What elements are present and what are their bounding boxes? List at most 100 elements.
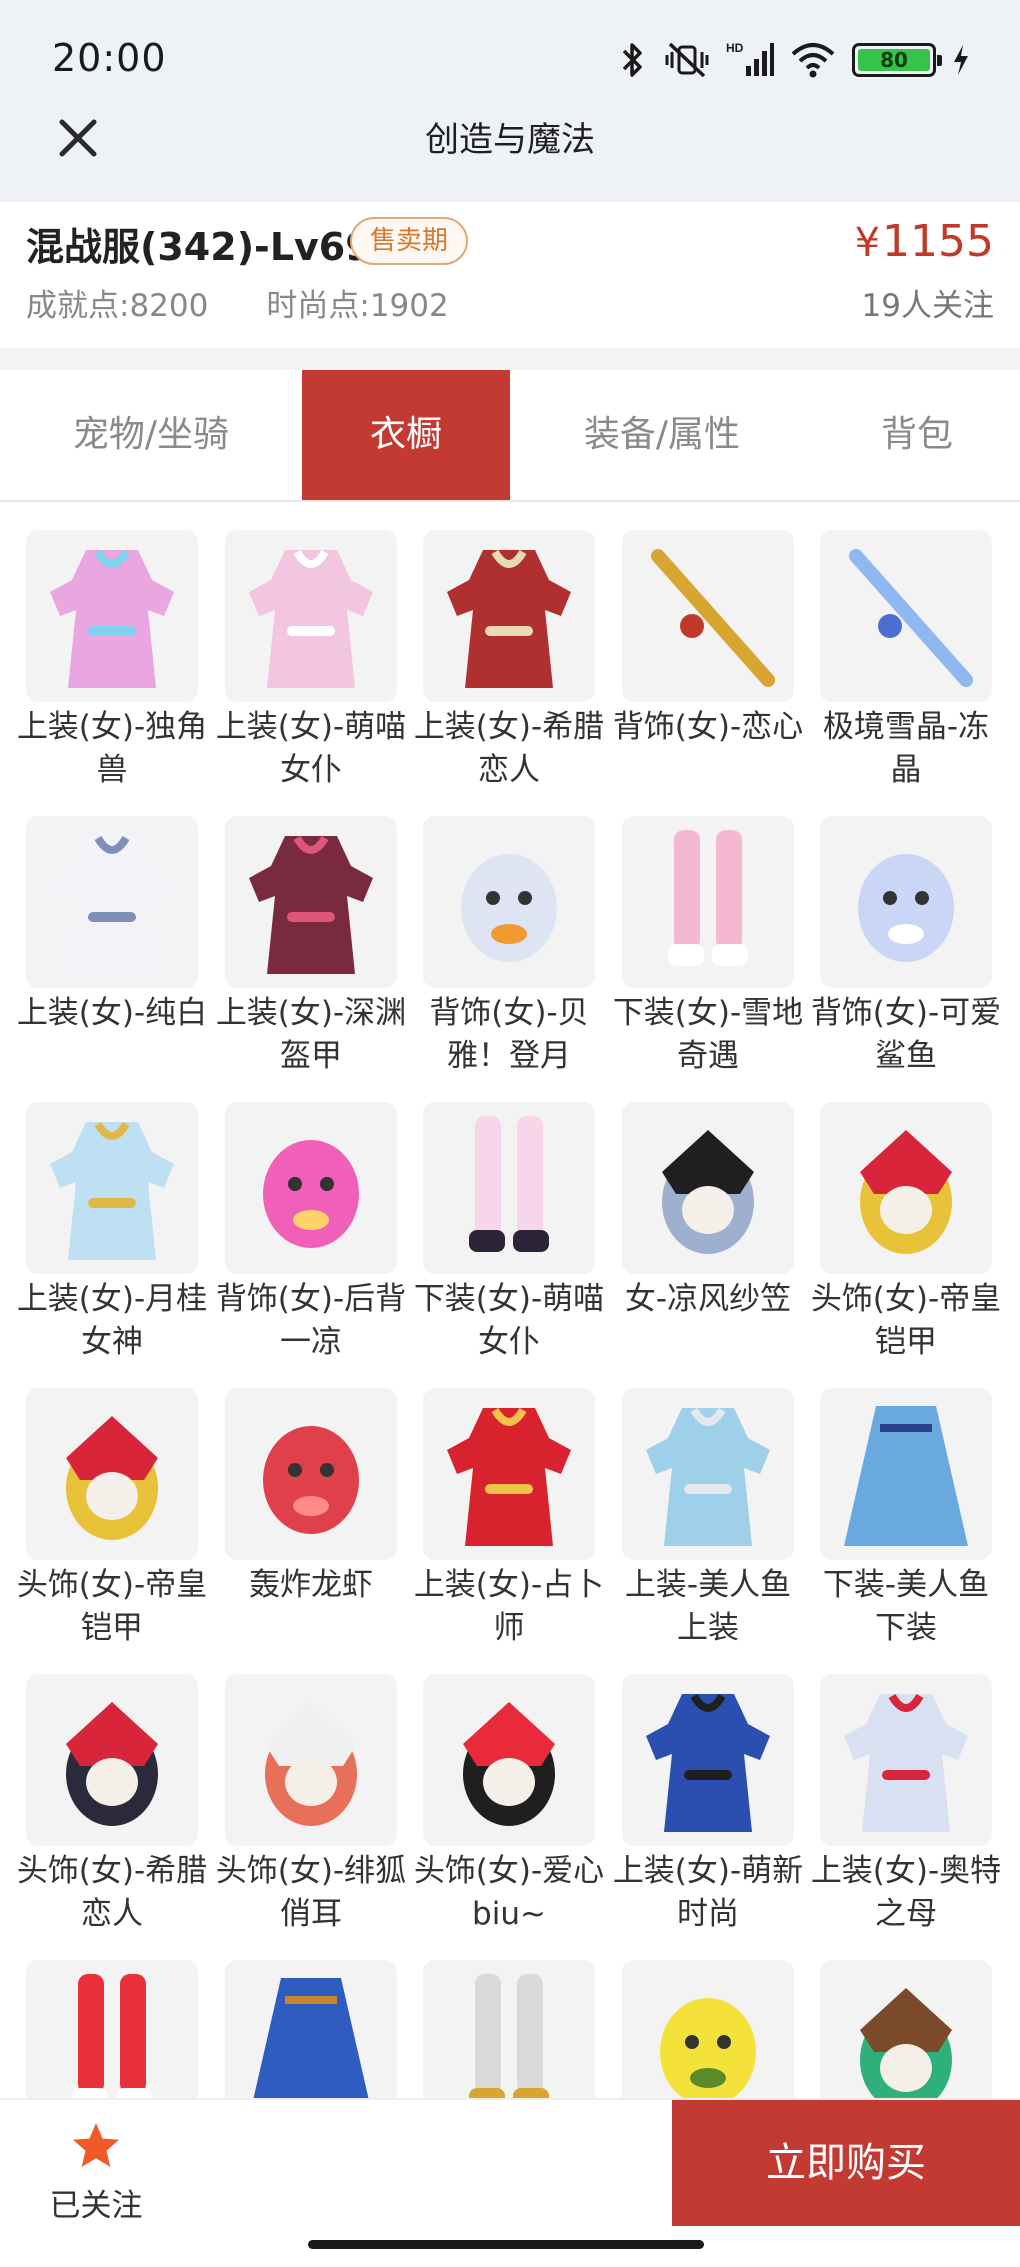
tab-pets-mounts[interactable]: 宠物/坐骑 bbox=[0, 370, 302, 500]
listing-stats: 成就点:8200 时尚点:1902 bbox=[26, 280, 449, 325]
cute-shark-icon bbox=[820, 816, 992, 988]
ice-cream-icon-art bbox=[263, 1140, 359, 1248]
wardrobe-item-label: 头饰(女)-希腊恋人 bbox=[16, 1853, 208, 1932]
achievement-points: 成就点:8200 bbox=[26, 280, 208, 325]
wardrobe-item-label: 上装(女)-奥特之母 bbox=[810, 1853, 1002, 1932]
wardrobe-item[interactable]: 上装(女)-独角兽 bbox=[17, 530, 207, 802]
wardrobe-item-label: 头饰(女)-爱心biu~ bbox=[413, 1853, 605, 1932]
tab-backpack[interactable]: 背包 bbox=[814, 370, 1020, 500]
wardrobe-item[interactable]: 上装(女)-月桂女神 bbox=[17, 1102, 207, 1374]
veil-hat-icon-art bbox=[662, 1130, 754, 1254]
wardrobe-item-label: 轰炸龙虾 bbox=[249, 1567, 373, 1603]
wardrobe-item[interactable]: 头饰(女)-帝皇铠甲 bbox=[811, 1102, 1001, 1374]
section-divider bbox=[0, 348, 1020, 370]
wifi-icon bbox=[791, 43, 835, 78]
wardrobe-item[interactable]: 下装(女)-萌喵女仆 bbox=[414, 1102, 604, 1374]
buy-now-button[interactable]: 立即购买 bbox=[672, 2100, 1020, 2226]
status-icons: HD 80 bbox=[618, 38, 970, 82]
wardrobe-item[interactable]: 极境雪晶-冻晶 bbox=[820, 530, 992, 802]
wardrobe-item[interactable]: 上装(女)-萌新时尚 bbox=[613, 1674, 803, 1946]
follow-button[interactable]: 已关注 bbox=[36, 2120, 156, 2225]
wardrobe-item-label: 头饰(女)-帝皇铠甲 bbox=[810, 1281, 1002, 1360]
wardrobe-item[interactable]: 背饰(女)-恋心 bbox=[613, 530, 803, 802]
fashion-label: 时尚点: bbox=[266, 288, 370, 324]
header: 20:00 HD 80 创造与魔法 bbox=[0, 0, 1020, 202]
wardrobe-item[interactable]: 上装(女)-占卜师 bbox=[414, 1388, 604, 1660]
listing-title: 混战服(342)-Lv69 bbox=[26, 225, 372, 269]
white-gown-icon-art bbox=[50, 835, 174, 974]
emperor-helmet-icon-art bbox=[860, 1130, 952, 1254]
rainbow-winged-outfit-icon bbox=[26, 530, 198, 702]
heart-headband-icon-art bbox=[463, 1702, 555, 1826]
wardrobe-item[interactable]: 下装-美人鱼下装 bbox=[820, 1388, 992, 1660]
follow-label: 已关注 bbox=[49, 2188, 143, 2224]
charging-bolt-icon bbox=[954, 45, 968, 75]
wardrobe-item[interactable]: 头饰(女)-帝皇铠甲 bbox=[17, 1388, 207, 1660]
ice-cream-icon bbox=[225, 1102, 397, 1274]
lobster-icon-art bbox=[263, 1426, 359, 1534]
wardrobe-item-label: 上装(女)-占卜师 bbox=[413, 1567, 605, 1646]
wardrobe-item-label: 下装(女)-萌喵女仆 bbox=[413, 1281, 605, 1360]
emperor-helmet-icon-art bbox=[66, 1416, 158, 1540]
wardrobe-item-label: 上装(女)-希腊恋人 bbox=[413, 709, 605, 788]
wardrobe-item[interactable]: 上装(女)-萌喵女仆 bbox=[216, 530, 406, 802]
wardrobe-item-label: 下装-美人鱼下装 bbox=[822, 1567, 990, 1646]
white-gown-icon bbox=[26, 816, 198, 988]
maid-dress-icon-art bbox=[249, 549, 373, 688]
wardrobe-item[interactable]: 头饰(女)-爱心biu~ bbox=[414, 1674, 604, 1946]
wardrobe-item[interactable]: 下装(女)-雪地奇遇 bbox=[613, 816, 803, 1088]
fortune-teller-dress-icon bbox=[423, 1388, 595, 1560]
blue-qipao-icon-art bbox=[646, 1693, 770, 1832]
wardrobe-item[interactable]: 上装(女)-深渊盔甲 bbox=[216, 816, 406, 1088]
wardrobe-item[interactable]: 女-凉风纱笠 bbox=[622, 1102, 794, 1374]
heart-headband-icon bbox=[423, 1674, 595, 1846]
astronaut-bunny-icon-art bbox=[461, 854, 557, 962]
wardrobe-item[interactable]: 上装(女)-纯白 bbox=[17, 816, 207, 1088]
app-root: 20:00 HD 80 创造与魔法 混战服(342)-Lv69 售卖期 成就点:… bbox=[0, 0, 1020, 2267]
cellular-signal-icon: HD bbox=[726, 41, 774, 76]
page-title: 创造与魔法 bbox=[425, 120, 595, 160]
price: ¥1155 bbox=[855, 216, 994, 267]
follower-count: 19人关注 bbox=[861, 288, 994, 324]
pink-leggings-icon-art bbox=[668, 830, 748, 966]
golden-laurel-icon bbox=[622, 530, 794, 702]
wardrobe-item-label: 上装(女)-萌喵女仆 bbox=[215, 709, 407, 788]
tab-wardrobe[interactable]: 衣橱 bbox=[302, 370, 510, 500]
wardrobe-item-label: 背饰(女)-后背一凉 bbox=[215, 1281, 407, 1360]
star-icon bbox=[73, 2123, 119, 2167]
veil-hat-icon bbox=[622, 1102, 794, 1274]
lobster-icon bbox=[225, 1388, 397, 1560]
tab-equipment-attributes[interactable]: 装备/属性 bbox=[510, 370, 814, 500]
wardrobe-item[interactable]: 背饰(女)-贝雅！登月 bbox=[423, 816, 595, 1088]
laurel-goddess-icon-art bbox=[50, 1121, 174, 1260]
wardrobe-item[interactable]: 轰炸龙虾 bbox=[225, 1388, 397, 1660]
wardrobe-item-label: 背饰(女)-贝雅！登月 bbox=[429, 995, 589, 1074]
fox-ears-icon bbox=[225, 1674, 397, 1846]
greek-dress-icon-art bbox=[447, 549, 571, 688]
fox-ears-icon-art bbox=[265, 1702, 357, 1826]
mermaid-skirt-icon bbox=[820, 1388, 992, 1560]
mermaid-top-icon bbox=[622, 1388, 794, 1560]
wardrobe-item[interactable]: 上装(女)-奥特之母 bbox=[811, 1674, 1001, 1946]
wardrobe-item[interactable]: 背饰(女)-后背一凉 bbox=[216, 1102, 406, 1374]
vibrate-off-icon bbox=[665, 42, 709, 78]
wardrobe-item[interactable]: 上装-美人鱼上装 bbox=[622, 1388, 794, 1660]
wardrobe-item[interactable]: 上装(女)-希腊恋人 bbox=[414, 530, 604, 802]
ultra-suit-icon-art bbox=[844, 1693, 968, 1832]
achievement-label: 成就点: bbox=[26, 288, 130, 324]
pink-leggings-icon bbox=[622, 816, 794, 988]
wardrobe-item[interactable]: 头饰(女)-希腊恋人 bbox=[17, 1674, 207, 1946]
ice-crystal-sword-icon-art bbox=[849, 549, 973, 687]
price-value: 1155 bbox=[882, 216, 994, 267]
rose-crown-icon-art bbox=[66, 1702, 158, 1826]
golden-laurel-icon-art bbox=[651, 549, 775, 687]
greek-dress-icon bbox=[423, 530, 595, 702]
wardrobe-item[interactable]: 头饰(女)-绯狐俏耳 bbox=[216, 1674, 406, 1946]
mermaid-skirt-icon-art bbox=[844, 1406, 968, 1546]
maid-stockings-icon-art bbox=[469, 1116, 549, 1252]
maid-dress-icon bbox=[225, 530, 397, 702]
home-indicator[interactable] bbox=[308, 2240, 704, 2249]
listing-info: 混战服(342)-Lv69 售卖期 成就点:8200 时尚点:1902 ¥115… bbox=[0, 202, 1020, 348]
abyss-armor-icon bbox=[225, 816, 397, 988]
wardrobe-item[interactable]: 背饰(女)-可爱鲨鱼 bbox=[811, 816, 1001, 1088]
